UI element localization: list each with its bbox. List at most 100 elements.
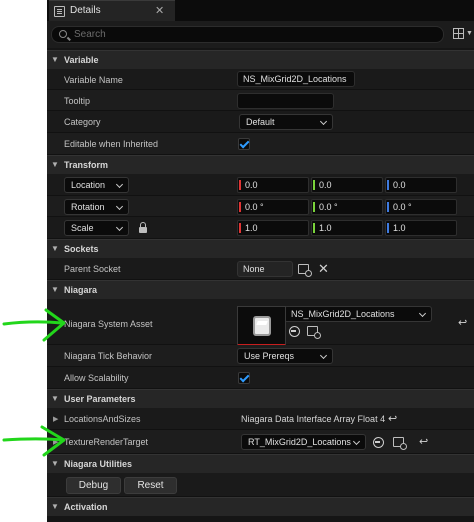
annotation-arrow-1 (2, 308, 66, 342)
row-editable-inherited: Editable when Inherited (47, 133, 474, 155)
niagara-tick-behavior-combo[interactable]: Use Prereqs (237, 348, 333, 364)
category-niagara-utilities-title: Niagara Utilities (64, 459, 133, 469)
collapse-arrow-icon: ▼ (51, 285, 59, 294)
location-x-field[interactable]: 0.0 (237, 177, 309, 193)
row-category: Category Default (47, 111, 474, 133)
variable-name-field[interactable]: NS_MixGrid2D_Locations (237, 71, 355, 87)
scale-mode-combo[interactable]: Scale (64, 220, 129, 236)
category-niagara[interactable]: ▼ Niagara (47, 280, 474, 299)
category-transform[interactable]: ▼ Transform (47, 155, 474, 174)
niagara-system-icon (253, 316, 271, 336)
tooltip-label: Tooltip (64, 96, 91, 106)
clear-icon[interactable]: ✕ (318, 261, 329, 277)
chevron-down-icon[interactable]: ▼ (466, 30, 473, 37)
tooltip-field[interactable] (237, 93, 334, 109)
niagara-system-asset-combo[interactable]: NS_MixGrid2D_Locations (284, 306, 432, 322)
category-variable-title: Variable (64, 55, 99, 65)
allow-scalability-label: Allow Scalability (64, 373, 129, 383)
reset-to-default-icon[interactable]: ↩ (458, 316, 467, 329)
row-parent-socket: Parent Socket None ✕ (47, 258, 474, 280)
row-location: Location 0.0 0.0 0.0 (47, 174, 474, 196)
rotation-z-field[interactable]: 0.0 ° (385, 199, 457, 215)
category-niagara-title: Niagara (64, 285, 98, 295)
category-combo[interactable]: Default (239, 114, 333, 130)
reset-to-default-icon[interactable]: ↩ (419, 435, 428, 448)
texture-render-target-combo[interactable]: RT_MixGrid2D_Locations (241, 434, 366, 450)
niagara-system-asset-label: Niagara System Asset (64, 319, 153, 329)
location-label: Location (71, 180, 106, 190)
scale-z-field[interactable]: 1.0 (385, 220, 457, 236)
scale-x-field[interactable]: 1.0 (237, 220, 309, 236)
rotation-x-field[interactable]: 0.0 ° (237, 199, 309, 215)
parent-socket-field[interactable]: None (237, 261, 293, 277)
niagara-system-asset-value: NS_MixGrid2D_Locations (291, 309, 395, 319)
row-variable-name: Variable Name NS_MixGrid2D_Locations (47, 69, 474, 90)
category-variable[interactable]: ▼ Variable (47, 50, 474, 69)
tab-details-label: Details (70, 5, 101, 16)
chevron-down-icon (418, 309, 427, 318)
reset-to-default-icon[interactable]: ↩ (388, 412, 397, 425)
lock-icon[interactable] (139, 222, 147, 233)
niagara-tick-behavior-label: Niagara Tick Behavior (64, 351, 153, 361)
locations-and-sizes-label: LocationsAndSizes (64, 414, 141, 424)
collapse-arrow-icon: ▼ (51, 55, 59, 64)
chevron-down-icon (115, 180, 124, 189)
reset-button[interactable]: Reset (124, 477, 177, 494)
chevron-down-icon (352, 437, 361, 446)
search-input[interactable]: Search (51, 26, 444, 43)
row-texture-render-target: ▶ TextureRenderTarget RT_MixGrid2D_Locat… (47, 430, 474, 454)
collapse-arrow-icon: ▼ (51, 244, 59, 253)
browse-asset-icon[interactable] (307, 326, 321, 339)
location-y-field[interactable]: 0.0 (311, 177, 383, 193)
allow-scalability-checkbox[interactable] (238, 372, 250, 384)
category-sockets[interactable]: ▼ Sockets (47, 239, 474, 258)
search-placeholder: Search (74, 29, 106, 40)
editable-inherited-checkbox[interactable] (238, 138, 250, 150)
browse-socket-icon[interactable] (298, 264, 312, 277)
row-niagara-tick-behavior: Niagara Tick Behavior Use Prereqs (47, 345, 474, 367)
rotation-mode-combo[interactable]: Rotation (64, 199, 129, 215)
location-z-field[interactable]: 0.0 (385, 177, 457, 193)
category-value: Default (246, 117, 275, 127)
search-icon (59, 30, 67, 38)
close-tab-icon[interactable]: ✕ (155, 4, 164, 17)
category-niagara-utilities[interactable]: ▼ Niagara Utilities (47, 454, 474, 473)
collapse-arrow-icon: ▼ (51, 502, 59, 511)
location-mode-combo[interactable]: Location (64, 177, 129, 193)
category-label: Category (64, 117, 101, 127)
row-tooltip: Tooltip (47, 90, 474, 111)
category-activation[interactable]: ▼ Activation (47, 497, 474, 516)
use-selected-asset-icon[interactable] (373, 437, 384, 448)
row-rotation: Rotation 0.0 ° 0.0 ° 0.0 ° (47, 196, 474, 217)
view-options-icon[interactable] (453, 28, 464, 39)
details-panel: Details ✕ Search ▼ ▼ Variable Variable N… (47, 0, 474, 522)
scale-y-field[interactable]: 1.0 (311, 220, 383, 236)
chevron-down-icon (115, 202, 124, 211)
use-selected-asset-icon[interactable] (289, 326, 300, 337)
niagara-tick-behavior-value: Use Prereqs (244, 351, 295, 361)
editable-inherited-label: Editable when Inherited (64, 139, 159, 149)
debug-button[interactable]: Debug (66, 477, 121, 494)
tab-details[interactable]: Details ✕ (49, 0, 175, 21)
chevron-down-icon (115, 223, 124, 232)
chevron-down-icon (319, 351, 328, 360)
category-transform-title: Transform (64, 160, 109, 170)
category-sockets-title: Sockets (64, 244, 99, 254)
row-utility-buttons: Debug Reset (47, 473, 474, 497)
scale-label: Scale (71, 223, 94, 233)
rotation-y-field[interactable]: 0.0 ° (311, 199, 383, 215)
details-icon (54, 6, 65, 17)
texture-render-target-label: TextureRenderTarget (64, 437, 149, 447)
tab-bar: Details ✕ (47, 0, 474, 21)
rotation-label: Rotation (71, 202, 105, 212)
collapse-arrow-icon: ▼ (51, 394, 59, 403)
asset-thumbnail[interactable] (237, 306, 286, 346)
category-user-parameters[interactable]: ▼ User Parameters (47, 389, 474, 408)
browse-asset-icon[interactable] (393, 437, 407, 450)
chevron-down-icon (319, 117, 328, 126)
variable-name-label: Variable Name (64, 75, 123, 85)
row-scale: Scale 1.0 1.0 1.0 (47, 217, 474, 239)
row-locations-and-sizes: ▶ LocationsAndSizes Niagara Data Interfa… (47, 408, 474, 430)
locations-and-sizes-value: Niagara Data Interface Array Float 4 (241, 414, 386, 424)
collapse-arrow-icon: ▼ (51, 160, 59, 169)
